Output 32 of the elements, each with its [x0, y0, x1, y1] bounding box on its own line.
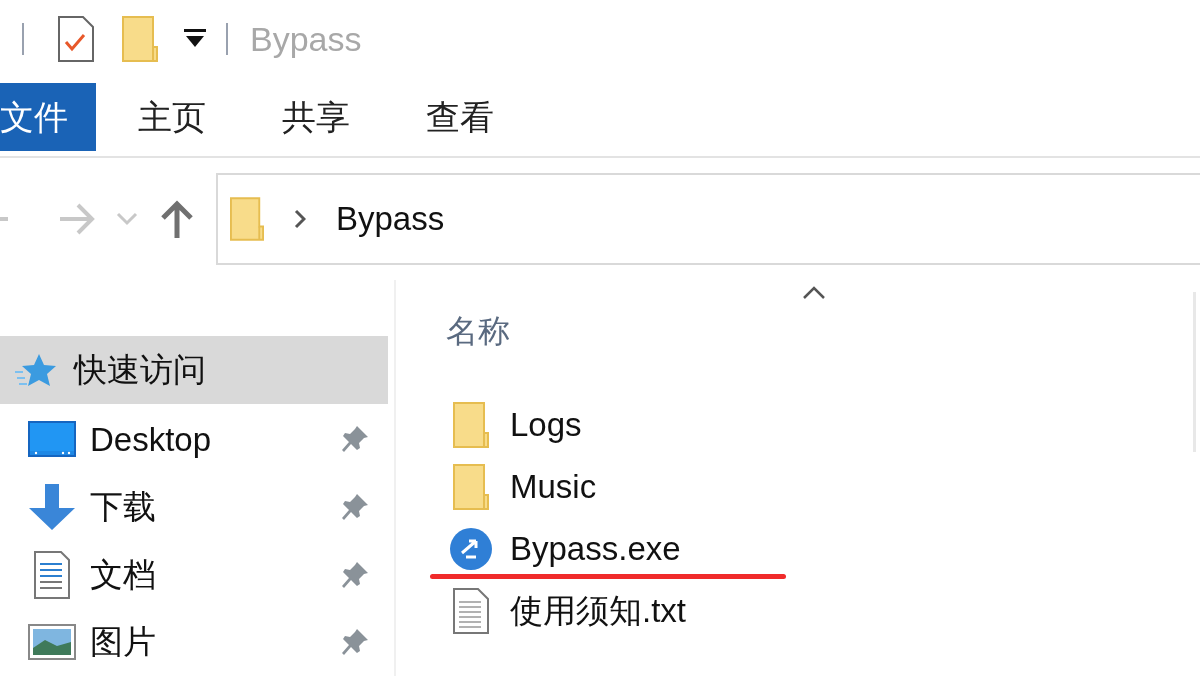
pin-icon[interactable]	[340, 492, 370, 522]
document-icon	[34, 550, 70, 599]
file-row[interactable]: Music	[446, 456, 1193, 518]
monitor-icon	[28, 421, 76, 458]
app-icon	[449, 527, 493, 571]
folder-icon	[452, 402, 490, 448]
ribbon-tab[interactable]: 文件	[0, 83, 96, 151]
up-arrow-icon[interactable]	[160, 200, 194, 238]
column-header[interactable]: 名称	[446, 306, 510, 356]
sidebar-item[interactable]: 快速访问	[0, 336, 388, 404]
breadcrumb-item[interactable]: Bypass	[336, 194, 445, 244]
file-row[interactable]: Logs	[446, 394, 1193, 456]
sort-caret-icon	[802, 286, 826, 300]
file-row[interactable]: Bypass.exe	[446, 518, 1193, 580]
folder-icon	[452, 464, 490, 510]
folder-icon	[230, 197, 264, 241]
text-file-icon	[453, 588, 489, 634]
window-title: Bypass	[250, 18, 362, 60]
chevron-right-icon	[294, 209, 306, 229]
checklist-icon[interactable]	[58, 16, 94, 62]
forward-arrow-icon[interactable]	[58, 202, 96, 236]
ribbon-tab[interactable]: 查看	[426, 83, 494, 151]
pin-icon[interactable]	[340, 559, 370, 590]
ribbon-tab[interactable]: 主页	[138, 83, 206, 151]
new-folder-icon[interactable]	[122, 16, 158, 62]
address-bar[interactable]: Bypass	[216, 173, 1200, 265]
picture-icon	[28, 624, 76, 661]
down-arrow-icon	[28, 484, 76, 530]
chevron-down-icon[interactable]	[116, 212, 138, 226]
file-row[interactable]: 使用须知.txt	[446, 580, 1193, 642]
dropdown-caret-icon[interactable]	[184, 29, 206, 49]
ribbon-tab[interactable]: 共享	[282, 83, 350, 151]
